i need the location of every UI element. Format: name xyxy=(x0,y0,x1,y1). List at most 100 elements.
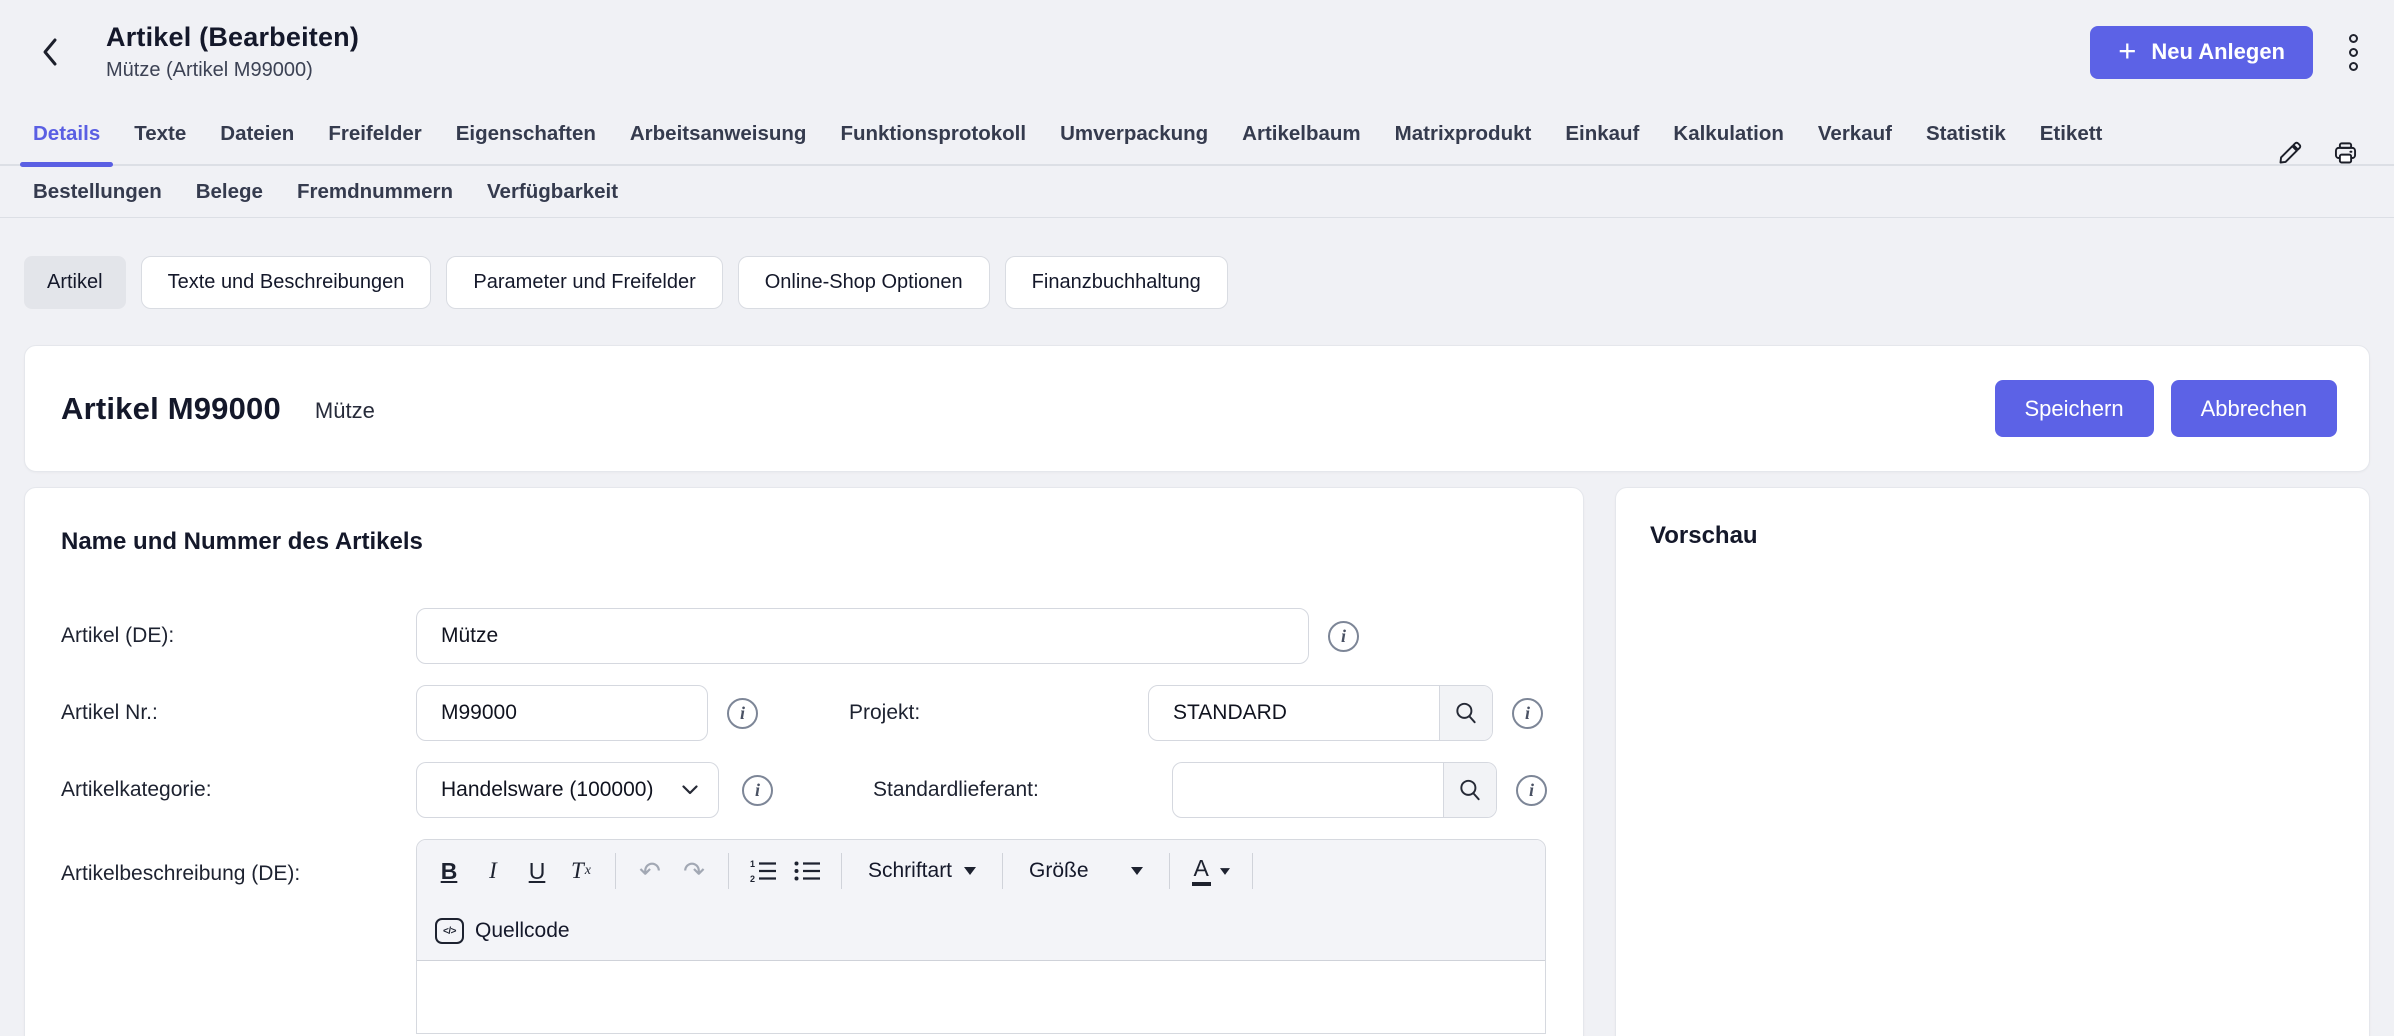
standardlieferant-input[interactable] xyxy=(1173,763,1443,817)
font-family-dropdown[interactable]: Schriftart xyxy=(854,847,990,895)
section-pill[interactable]: Texte und Beschreibungen xyxy=(141,256,432,309)
italic-button[interactable]: I xyxy=(471,847,515,895)
standardlieferant-search-group xyxy=(1172,762,1497,818)
text-color-button[interactable]: A xyxy=(1182,847,1240,895)
tab-item[interactable]: Kalkulation xyxy=(1660,104,1797,164)
cancel-button[interactable]: Abbrechen xyxy=(2171,380,2337,437)
projekt-search-group xyxy=(1148,685,1493,741)
tab-item[interactable]: Umverpackung xyxy=(1047,104,1221,164)
redo-button[interactable]: ↷ xyxy=(672,847,716,895)
projekt-label: Projekt: xyxy=(849,701,1148,725)
form-row-artikel-nr-projekt: Artikel Nr.: i Projekt: i xyxy=(61,685,1547,741)
caret-down-icon xyxy=(1220,868,1230,875)
standardlieferant-search-button[interactable] xyxy=(1443,763,1496,817)
chevron-left-icon xyxy=(40,36,60,68)
form-row-artikel-de: Artikel (DE): i xyxy=(61,608,1547,664)
info-icon[interactable]: i xyxy=(1516,775,1547,806)
form-card: Name und Nummer des Artikels Artikel (DE… xyxy=(24,487,1584,1036)
tab-toolbar xyxy=(2276,140,2360,167)
back-button[interactable] xyxy=(30,32,70,72)
remove-format-button[interactable]: Tx xyxy=(559,847,603,895)
bold-button[interactable]: B xyxy=(427,847,471,895)
info-icon[interactable]: i xyxy=(1328,621,1359,652)
undo-button[interactable]: ↶ xyxy=(628,847,672,895)
tab-item[interactable]: Bestellungen xyxy=(20,166,175,217)
search-icon xyxy=(1457,777,1483,803)
section-pill[interactable]: Online-Shop Optionen xyxy=(738,256,990,309)
ordered-list-icon: 1 2 xyxy=(748,858,778,884)
edit-pencil-icon[interactable] xyxy=(2276,140,2303,167)
print-icon[interactable] xyxy=(2331,140,2360,167)
artikelkategorie-label: Artikelkategorie: xyxy=(61,778,416,802)
bullet-list-icon xyxy=(792,858,822,884)
tab-item[interactable]: Matrixprodukt xyxy=(1382,104,1545,164)
section-pills: Artikel Texte und Beschreibungen Parameter… xyxy=(24,256,2394,309)
source-code-button[interactable]: </> Quellcode xyxy=(427,909,578,953)
artikel-nr-input[interactable] xyxy=(416,685,708,741)
editor-toolbar: B I U Tx ↶ ↷ 1 2 xyxy=(417,840,1545,961)
info-icon[interactable]: i xyxy=(727,698,758,729)
ordered-list-button[interactable]: 1 2 xyxy=(741,847,785,895)
section-pill[interactable]: Parameter und Freifelder xyxy=(446,256,722,309)
code-icon: </> xyxy=(435,918,464,944)
form-row-beschreibung: Artikelbeschreibung (DE): B I U Tx ↶ ↷ xyxy=(61,839,1547,1034)
kebab-menu-icon[interactable] xyxy=(2343,28,2364,77)
artikelkategorie-select[interactable]: Handelsware (100000) xyxy=(416,762,719,818)
chevron-down-icon xyxy=(682,785,698,795)
tab-bar-primary: DetailsTexteDateienFreifelderEigenschaft… xyxy=(0,104,2394,166)
form-section-title: Name und Nummer des Artikels xyxy=(61,528,1547,556)
tab-item[interactable]: Details xyxy=(20,104,113,164)
tab-item[interactable]: Funktionsprotokoll xyxy=(827,104,1039,164)
caret-down-icon xyxy=(964,867,976,875)
toolbar-separator xyxy=(1002,853,1003,889)
info-icon[interactable]: i xyxy=(1512,698,1543,729)
neu-anlegen-label: Neu Anlegen xyxy=(2151,39,2285,65)
underline-button[interactable]: U xyxy=(515,847,559,895)
tab-item[interactable]: Einkauf xyxy=(1552,104,1652,164)
bullet-list-button[interactable] xyxy=(785,847,829,895)
toolbar-separator xyxy=(841,853,842,889)
svg-text:1: 1 xyxy=(750,859,755,869)
toolbar-separator xyxy=(1169,853,1170,889)
info-icon[interactable]: i xyxy=(742,775,773,806)
tab-item[interactable]: Statistik xyxy=(1913,104,2019,164)
tab-item[interactable]: Dateien xyxy=(207,104,307,164)
tab-item[interactable]: Verkauf xyxy=(1805,104,1905,164)
section-pill[interactable]: Artikel xyxy=(24,256,126,309)
tab-item[interactable]: Texte xyxy=(121,104,199,164)
title-block: Artikel (Bearbeiten) Mütze (Artikel M990… xyxy=(106,22,359,82)
tab-bar-secondary: BestellungenBelegeFremdnummernVerfügbark… xyxy=(0,166,2394,218)
section-pill[interactable]: Finanzbuchhaltung xyxy=(1005,256,1228,309)
article-subtitle: Mütze xyxy=(315,398,375,424)
projekt-input[interactable] xyxy=(1149,686,1439,740)
article-title: Artikel M99000 xyxy=(61,391,281,427)
projekt-search-button[interactable] xyxy=(1439,686,1492,740)
tab-item[interactable]: Verfügbarkeit xyxy=(474,166,631,217)
top-header: Artikel (Bearbeiten) Mütze (Artikel M990… xyxy=(0,0,2394,104)
artikel-de-input[interactable] xyxy=(416,608,1309,664)
form-row-kategorie-lieferant: Artikelkategorie: Handelsware (100000) i… xyxy=(61,762,1547,818)
tab-item[interactable]: Freifelder xyxy=(315,104,434,164)
preview-title: Vorschau xyxy=(1650,522,2335,550)
standardlieferant-label: Standardlieferant: xyxy=(873,778,1172,802)
tab-item[interactable]: Eigenschaften xyxy=(443,104,609,164)
tab-item[interactable]: Etikett xyxy=(2027,104,2116,164)
neu-anlegen-button[interactable]: + Neu Anlegen xyxy=(2090,26,2313,79)
search-icon xyxy=(1453,700,1479,726)
artikel-de-label: Artikel (DE): xyxy=(61,624,416,648)
toolbar-separator xyxy=(728,853,729,889)
tab-item[interactable]: Arbeitsanweisung xyxy=(617,104,820,164)
font-size-dropdown[interactable]: Größe xyxy=(1015,847,1157,895)
caret-down-icon xyxy=(1131,867,1143,875)
editor-content-area[interactable] xyxy=(417,961,1545,1033)
tab-item[interactable]: Belege xyxy=(183,166,276,217)
artikel-nr-label: Artikel Nr.: xyxy=(61,701,416,725)
page-subtitle: Mütze (Artikel M99000) xyxy=(106,59,359,82)
page-title: Artikel (Bearbeiten) xyxy=(106,22,359,53)
artikelkategorie-value: Handelsware (100000) xyxy=(441,778,653,802)
tab-item[interactable]: Fremdnummern xyxy=(284,166,466,217)
artikelbeschreibung-label: Artikelbeschreibung (DE): xyxy=(61,839,416,886)
richtext-editor: B I U Tx ↶ ↷ 1 2 xyxy=(416,839,1546,1034)
tab-item[interactable]: Artikelbaum xyxy=(1229,104,1373,164)
save-button[interactable]: Speichern xyxy=(1995,380,2154,437)
